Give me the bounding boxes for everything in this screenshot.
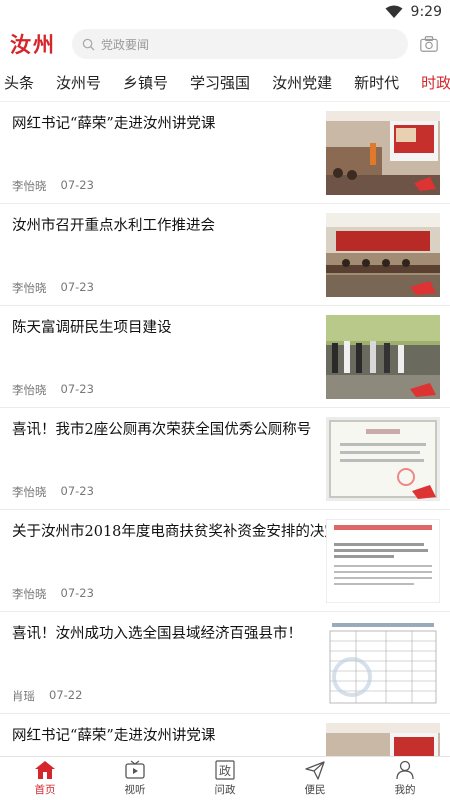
news-item[interactable]: 关于汝州市2018年度电商扶贫奖补资金安排的决定 李怡晓 07-23	[0, 510, 450, 612]
news-item[interactable]: 汝州市召开重点水利工作推进会 李怡晓 07-23	[0, 204, 450, 306]
news-author: 肖瑶	[12, 689, 35, 703]
nav-label: 首页	[34, 784, 56, 796]
header: 汝州 党政要闻	[0, 24, 450, 64]
tab-xuexiqiangguo[interactable]: 学习强国	[179, 72, 261, 93]
nav-label: 便民	[304, 784, 326, 796]
news-meta: 李怡晓 07-23	[12, 586, 94, 602]
news-date: 07-23	[60, 382, 94, 396]
nav-inquiry[interactable]: 政 问政	[180, 757, 270, 800]
nav-label: 我的	[394, 784, 416, 796]
news-list: 网红书记“薛荣”走进汝州讲党课 李怡晓 07-23 汝州市召开重点水利工作推进会	[0, 102, 450, 756]
news-date: 07-22	[49, 688, 83, 702]
tab-ruzhoudangjian[interactable]: 汝州党建	[261, 72, 343, 93]
wifi-icon	[385, 5, 403, 18]
tv-icon	[125, 760, 145, 779]
news-item[interactable]: 喜讯！我市2座公厕再次荣获全国优秀公厕称号 李怡晓 07-23	[0, 408, 450, 510]
news-thumbnail	[326, 315, 440, 399]
tab-toutiao[interactable]: 头条	[0, 72, 45, 93]
news-meta: 李怡晓 07-23	[12, 280, 94, 296]
nav-mine[interactable]: 我的	[360, 757, 450, 800]
news-title: 喜讯！汝州成功入选全国县域经济百强县市！	[12, 626, 302, 642]
news-item[interactable]: 陈天富调研民生项目建设 李怡晓 07-23	[0, 306, 450, 408]
news-item[interactable]: 喜讯！汝州成功入选全国县域经济百强县市！ 肖瑶 07-22	[0, 612, 450, 714]
news-author: 李怡晓	[12, 587, 47, 601]
status-time: 9:29	[410, 4, 442, 20]
news-title: 网红书记“薛荣”走进汝州讲党课	[12, 116, 216, 132]
news-title: 陈天富调研民生项目建设	[12, 320, 172, 336]
news-thumbnail	[326, 213, 440, 297]
tab-shizhengyaowen[interactable]: 时政要闻	[410, 72, 450, 93]
news-date: 07-23	[60, 178, 94, 192]
news-author: 李怡晓	[12, 383, 47, 397]
news-author: 李怡晓	[12, 485, 47, 499]
tab-ruzhouhao[interactable]: 汝州号	[45, 72, 112, 93]
news-thumbnail	[326, 723, 440, 756]
news-meta: 李怡晓 07-23	[12, 178, 94, 194]
search-bar[interactable]: 党政要闻	[72, 29, 408, 59]
camera-icon[interactable]	[418, 33, 440, 55]
app-logo: 汝州	[10, 32, 56, 57]
nav-home[interactable]: 首页	[0, 757, 90, 800]
search-icon	[82, 38, 95, 51]
user-icon	[396, 760, 414, 780]
search-placeholder: 党政要闻	[101, 37, 150, 52]
tab-xiangzhenhao[interactable]: 乡镇号	[112, 72, 179, 93]
channel-tabs: 头条 汝州号 乡镇号 学习强国 汝州党建 新时代 时政要闻	[0, 64, 450, 102]
news-meta: 李怡晓 07-23	[12, 382, 94, 398]
news-item[interactable]: 网红书记“薛荣”走进汝州讲党课	[0, 714, 450, 756]
news-thumbnail	[326, 621, 440, 705]
news-title: 汝州市召开重点水利工作推进会	[12, 218, 215, 234]
news-thumbnail	[326, 417, 440, 501]
news-date: 07-23	[60, 484, 94, 498]
news-date: 07-23	[60, 586, 94, 600]
news-meta: 李怡晓 07-23	[12, 484, 94, 500]
news-item[interactable]: 网红书记“薛荣”走进汝州讲党课 李怡晓 07-23	[0, 102, 450, 204]
inquiry-glyph: 政	[219, 764, 231, 778]
home-icon	[35, 761, 55, 779]
bottom-nav: 首页 视听 政 问政 便民 我的	[0, 756, 450, 800]
status-bar: 9:29	[0, 0, 450, 24]
news-meta: 肖瑶 07-22	[12, 688, 82, 704]
news-title: 喜讯！我市2座公厕再次荣获全国优秀公厕称号	[12, 422, 312, 438]
news-date: 07-23	[60, 280, 94, 294]
news-author: 李怡晓	[12, 179, 47, 193]
nav-convenience[interactable]: 便民	[270, 757, 360, 800]
tab-xinshidai[interactable]: 新时代	[343, 72, 410, 93]
news-title: 网红书记“薛荣”走进汝州讲党课	[12, 728, 216, 744]
nav-label: 视听	[124, 784, 146, 796]
inquiry-icon: 政	[215, 760, 235, 780]
news-thumbnail	[326, 111, 440, 195]
news-thumbnail	[326, 519, 440, 603]
send-icon	[305, 761, 325, 780]
news-author: 李怡晓	[12, 281, 47, 295]
nav-label: 问政	[214, 784, 236, 796]
app-root: 9:29 汝州 党政要闻 头条 汝州号 乡镇号 学习强国 汝州党建 新时代 时政…	[0, 0, 450, 800]
nav-video[interactable]: 视听	[90, 757, 180, 800]
